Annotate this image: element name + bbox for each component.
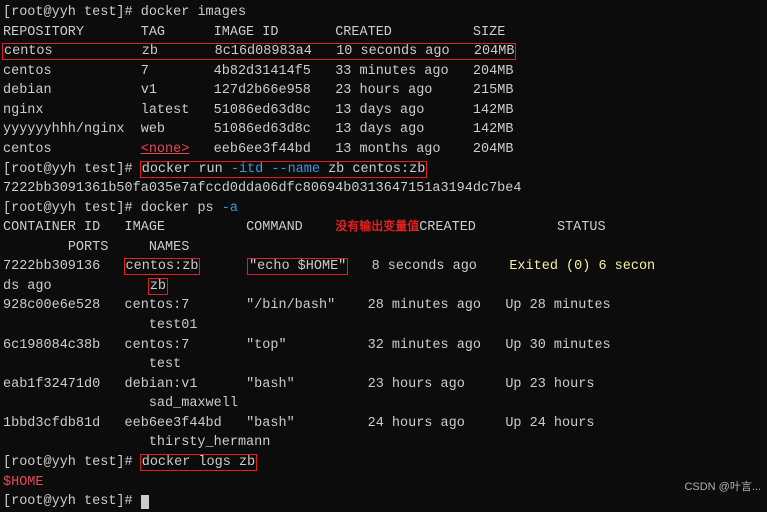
prompt: [root@yyh test]# <box>3 455 133 470</box>
highlight-box-name: zb <box>148 278 168 295</box>
terminal-output: [root@yyh test]# docker images REPOSITOR… <box>3 3 764 512</box>
cursor[interactable] <box>141 495 149 509</box>
annotation-text: 没有输出变量值 <box>335 219 419 233</box>
ps-row-wrap: thirsty_hermann <box>3 435 270 450</box>
ps-row-wrap: sad_maxwell <box>3 396 238 411</box>
ps-row: 928c00e6e528 centos:7 "/bin/bash" 28 min… <box>3 298 611 313</box>
highlight-box-image: centos:zb <box>124 258 201 275</box>
image-row: nginx latest 51086ed63d8c 13 days ago 14… <box>3 103 513 118</box>
highlight-box-image-row: centos zb 8c16d08983a4 10 seconds ago 20… <box>2 43 516 60</box>
cmd-docker-images: docker images <box>141 5 246 20</box>
ps-header: CONTAINER ID IMAGE COMMAND 没有输出变量值CREATE… <box>3 220 606 235</box>
prompt: [root@yyh test]# <box>3 5 133 20</box>
prompt: [root@yyh test]# <box>3 162 133 177</box>
ps-row: eab1f32471d0 debian:v1 "bash" 23 hours a… <box>3 377 594 392</box>
highlight-box-command: "echo $HOME" <box>247 258 348 275</box>
image-row: centos 7 4b82d31414f5 33 minutes ago 204… <box>3 64 513 79</box>
ps-row-wrap: ds ago zb <box>3 279 167 294</box>
watermark: CSDN @叶言... <box>684 480 761 496</box>
prompt: [root@yyh test]# <box>3 201 133 216</box>
images-header: REPOSITORY TAG IMAGE ID CREATED SIZE <box>3 25 505 40</box>
prompt: [root@yyh test]# <box>3 494 133 509</box>
ps-row: 1bbd3cfdb81d eeb6ee3f44bd "bash" 24 hour… <box>3 416 594 431</box>
ps-row-wrap: test01 <box>3 318 197 333</box>
image-row: centos <none> eeb6ee3f44bd 13 months ago… <box>3 142 513 157</box>
highlight-box-logs-cmd: docker logs zb <box>140 454 257 471</box>
ps-row-wrap: test <box>3 357 181 372</box>
image-row: debian v1 127d2b66e958 23 hours ago 215M… <box>3 83 513 98</box>
ps-header-wrap: PORTS NAMES <box>3 240 189 255</box>
run-output: 7222bb3091361b50fa035e7afccd0dda06dfc806… <box>3 181 521 196</box>
ps-row: 6c198084c38b centos:7 "top" 32 minutes a… <box>3 338 611 353</box>
image-row: yyyyyyhhh/nginx web 51086ed63d8c 13 days… <box>3 122 513 137</box>
highlight-box-run-cmd: docker run -itd --name zb centos:zb <box>140 161 428 178</box>
cmd-docker-ps: docker ps <box>141 201 222 216</box>
ps-row: 7222bb309136 centos:zb "echo $HOME" 8 se… <box>3 259 655 274</box>
logs-output: $HOME <box>3 475 44 490</box>
none-tag: <none> <box>141 142 190 157</box>
